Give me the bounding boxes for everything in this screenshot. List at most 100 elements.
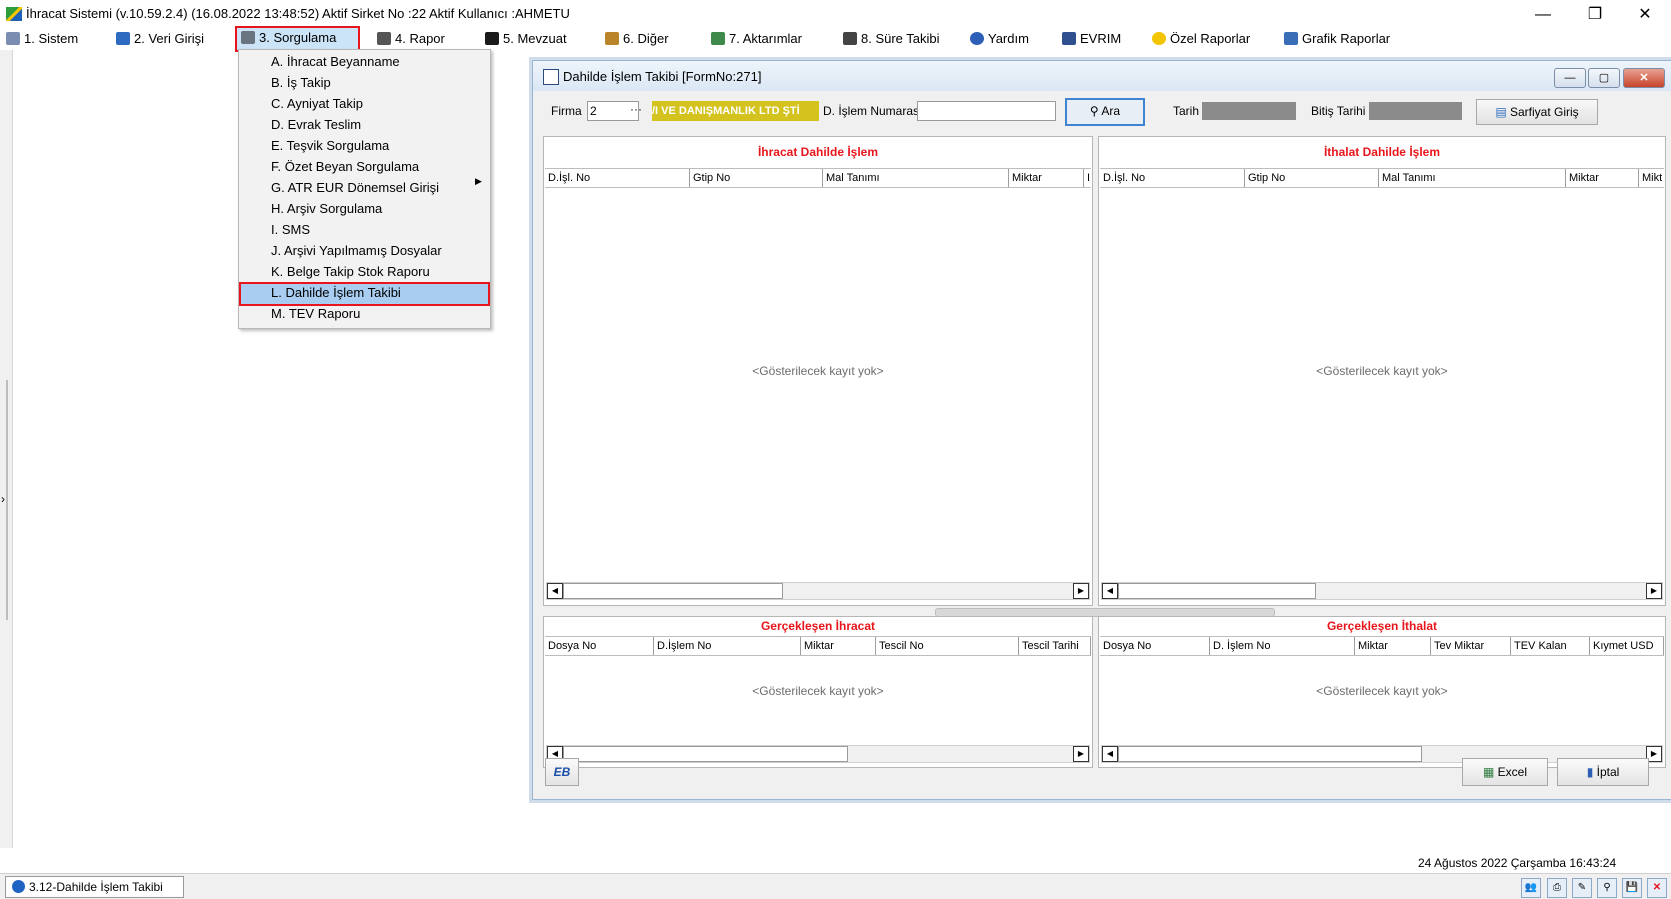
search-icon: ⚲ <box>1089 104 1102 118</box>
form-maximize-button[interactable]: ▢ <box>1588 68 1620 88</box>
tools-icon[interactable]: ✎ <box>1572 878 1592 898</box>
gerceklesen-ithalat-panel: Gerçekleşen İthalat Dosya No D. İşlem No… <box>1098 616 1666 768</box>
bitis-tarihi-label: Bitiş Tarihi <box>1311 104 1366 118</box>
column-header[interactable]: D.İşlem No <box>654 637 801 655</box>
minimize-button[interactable]: — <box>1520 2 1566 28</box>
column-header[interactable]: Miktar <box>801 637 876 655</box>
dropdown-item-ozet-beyan[interactable]: F. Özet Beyan Sorgulama <box>271 157 419 177</box>
dropdown-item-tev-raporu[interactable]: M. TEV Raporu <box>271 304 360 324</box>
menu-veri-girisi[interactable]: 2. Veri Girişi <box>116 29 204 49</box>
menu-label: 3. Sorgulama <box>259 30 337 45</box>
column-header[interactable]: Mal Tanımı <box>823 169 1009 187</box>
sarfiyat-giris-button[interactable]: ▤ Sarfiyat Giriş <box>1476 99 1598 125</box>
dropdown-item-tesvik-sorgulama[interactable]: E. Teşvik Sorgulama <box>271 136 389 156</box>
dropdown-item-arsivi-yapilmamis[interactable]: J. Arşivi Yapılmamış Dosyalar <box>271 241 442 261</box>
column-header[interactable]: Miktar <box>1009 169 1084 187</box>
menu-sure-takibi[interactable]: 8. Süre Takibi <box>843 29 940 49</box>
dropdown-item-belge-takip[interactable]: K. Belge Takip Stok Raporu <box>271 262 430 282</box>
search-icon[interactable]: ⚲ <box>1597 878 1617 898</box>
menu-label: Grafik Raporlar <box>1302 31 1391 46</box>
column-header[interactable]: Tescil No <box>876 637 1019 655</box>
close-button[interactable]: ✕ <box>1622 2 1668 28</box>
eb-button[interactable]: EB <box>545 758 579 786</box>
search-button-label: Ara <box>1101 104 1121 118</box>
firma-lookup-button[interactable]: ··· <box>627 101 645 119</box>
printer-icon <box>377 32 391 45</box>
column-header[interactable]: Dosya No <box>545 637 654 655</box>
horizontal-scrollbar[interactable]: ◀ ▶ <box>546 745 1090 763</box>
menu-evrim[interactable]: EVRIM <box>1062 29 1121 49</box>
dropdown-item-ihracat-beyanname[interactable]: A. İhracat Beyanname <box>271 52 400 72</box>
menu-yardim[interactable]: Yardım <box>970 29 1029 49</box>
column-header[interactable]: I <box>1084 169 1091 187</box>
scroll-right-icon[interactable]: ▶ <box>1073 746 1089 762</box>
panel-title: Gerçekleşen İhracat <box>760 619 876 633</box>
dropdown-item-evrak-teslim[interactable]: D. Evrak Teslim <box>271 115 361 135</box>
panel-title: İhracat Dahilde İşlem <box>757 145 879 159</box>
tarih-field[interactable] <box>1202 102 1296 120</box>
column-header[interactable]: Miktar <box>1355 637 1431 655</box>
dropdown-item-sms[interactable]: I. SMS <box>271 220 310 240</box>
column-header[interactable]: Dosya No <box>1100 637 1210 655</box>
expand-arrow-icon[interactable]: › <box>1 492 5 506</box>
column-header[interactable]: Gtip No <box>1245 169 1379 187</box>
excel-button[interactable]: ▦ Excel <box>1462 758 1548 786</box>
menu-grafik-raporlar[interactable]: Grafik Raporlar <box>1284 29 1390 49</box>
printer-icon[interactable]: ⎙ <box>1547 878 1567 898</box>
clock-icon <box>843 32 857 45</box>
bitis-tarihi-field[interactable] <box>1369 102 1462 120</box>
scroll-thumb[interactable] <box>563 583 783 599</box>
sorgulama-dropdown: A. İhracat Beyanname B. İş Takip C. Ayni… <box>238 49 491 329</box>
dropdown-item-dahilde-islem-takibi[interactable]: L. Dahilde İşlem Takibi <box>271 283 401 303</box>
dropdown-item-arsiv-sorgulama[interactable]: H. Arşiv Sorgulama <box>271 199 382 219</box>
dropdown-item-is-takip[interactable]: B. İş Takip <box>271 73 331 93</box>
menu-ozel-raporlar[interactable]: Özel Raporlar <box>1152 29 1250 49</box>
restore-button[interactable]: ❐ <box>1572 2 1618 28</box>
search-button[interactable]: ⚲ Ara <box>1065 98 1145 126</box>
app-logo-icon <box>6 7 22 21</box>
menu-aktarimlar[interactable]: 7. Aktarımlar <box>711 29 802 49</box>
form-minimize-button[interactable]: — <box>1554 68 1586 88</box>
close-icon[interactable]: ✕ <box>1647 878 1667 898</box>
islem-no-input[interactable] <box>917 101 1056 121</box>
sarfiyat-icon: ▤ <box>1495 105 1510 119</box>
users-icon[interactable]: 👥 <box>1521 878 1541 898</box>
transfer-icon <box>711 32 725 45</box>
menu-label: EVRIM <box>1080 31 1122 46</box>
scroll-left-icon[interactable]: ◀ <box>1102 583 1118 599</box>
scroll-left-icon[interactable]: ◀ <box>547 583 563 599</box>
scroll-thumb[interactable] <box>1118 746 1422 762</box>
column-header[interactable]: D.İşl. No <box>1100 169 1245 187</box>
scroll-left-icon[interactable]: ◀ <box>1102 746 1118 762</box>
ithalat-dahilde-panel: İthalat Dahilde İşlem D.İşl. No Gtip No … <box>1098 136 1666 606</box>
form-close-button[interactable]: ✕ <box>1623 68 1665 88</box>
column-header[interactable]: Tescil Tarihi <box>1019 637 1091 655</box>
menu-mevzuat[interactable]: 5. Mevzuat <box>485 29 567 49</box>
task-tab[interactable]: 3.12-Dahilde İşlem Takibi <box>5 876 184 898</box>
scroll-thumb[interactable] <box>1118 583 1316 599</box>
column-header[interactable]: Mal Tanımı <box>1379 169 1566 187</box>
scroll-right-icon[interactable]: ▶ <box>1646 583 1662 599</box>
book-icon <box>485 32 499 45</box>
dropdown-item-atr-eur[interactable]: G. ATR EUR Dönemsel Girişi <box>271 178 439 198</box>
column-header[interactable]: D.İşl. No <box>545 169 690 187</box>
column-header[interactable]: Gtip No <box>690 169 823 187</box>
column-header[interactable]: Tev Miktar <box>1431 637 1511 655</box>
menu-diger[interactable]: 6. Diğer <box>605 29 669 49</box>
menu-sistem[interactable]: 1. Sistem <box>6 29 78 49</box>
column-header[interactable]: D. İşlem No <box>1210 637 1355 655</box>
left-panel-strip[interactable]: › <box>0 50 13 848</box>
column-header[interactable]: Miktar <box>1566 169 1639 187</box>
iptal-label: İptal <box>1596 765 1620 779</box>
horizontal-scrollbar[interactable]: ◀ ▶ <box>546 582 1090 600</box>
scroll-thumb[interactable] <box>563 746 848 762</box>
column-header[interactable]: Mikt <box>1639 169 1664 187</box>
scroll-right-icon[interactable]: ▶ <box>1073 583 1089 599</box>
column-header[interactable]: TEV Kalan <box>1511 637 1590 655</box>
dropdown-item-ayniyat-takip[interactable]: C. Ayniyat Takip <box>271 94 363 114</box>
save-icon[interactable]: 💾 <box>1622 878 1642 898</box>
column-header[interactable]: Kıymet USD <box>1590 637 1664 655</box>
menu-rapor[interactable]: 4. Rapor <box>377 29 445 49</box>
horizontal-scrollbar[interactable]: ◀ ▶ <box>1101 582 1663 600</box>
iptal-button[interactable]: ▮ İptal <box>1557 758 1649 786</box>
